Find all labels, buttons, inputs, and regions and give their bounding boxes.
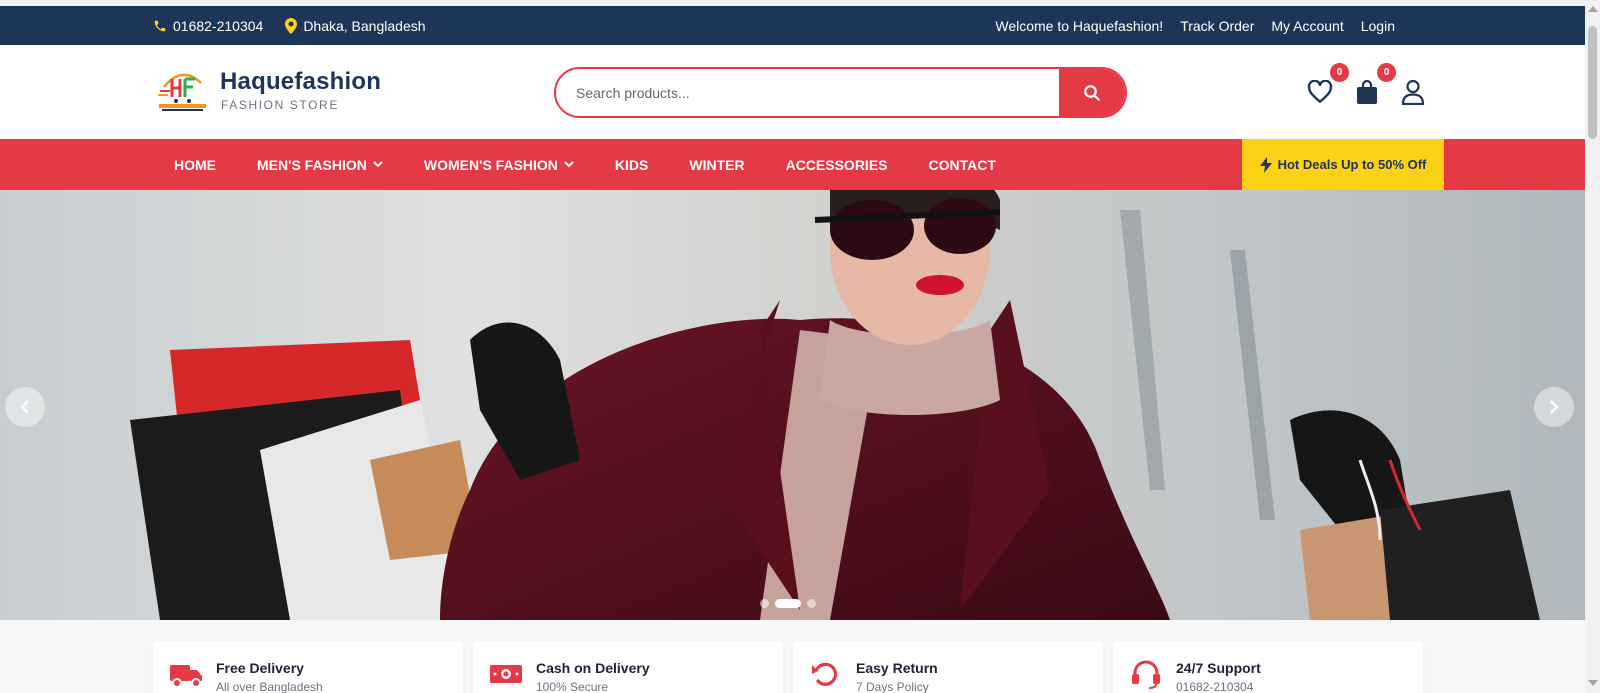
- feature-easy-return: Easy Return 7 Days Policy: [793, 641, 1103, 693]
- nav-item-winter[interactable]: WINTER: [689, 157, 744, 173]
- feature-title: Cash on Delivery: [536, 660, 650, 676]
- main-nav: HOME MEN'S FASHION WOMEN'S FASHION KIDS …: [0, 139, 1585, 190]
- nav-item-accessories[interactable]: ACCESSORIES: [786, 157, 888, 173]
- feature-support: 24/7 Support 01682-210304: [1113, 641, 1423, 693]
- my-account-link[interactable]: My Account: [1271, 18, 1343, 34]
- hero-image: [130, 190, 1540, 620]
- nav-item-label: HOME: [174, 156, 216, 173]
- heart-icon: [1307, 80, 1333, 103]
- nav-item-womens-fashion[interactable]: WOMEN'S FASHION: [424, 157, 574, 173]
- hot-deals-label: Hot Deals Up to 50% Off: [1277, 157, 1427, 172]
- search-icon: [1084, 84, 1100, 101]
- slider-dot-3[interactable]: [807, 599, 816, 608]
- cart-count-badge: 0: [1377, 63, 1396, 82]
- feature-subtitle: 7 Days Policy: [856, 680, 929, 693]
- welcome-text: Welcome to Haquefashion!: [995, 17, 1164, 34]
- nav-item-label: ACCESSORIES: [785, 156, 888, 173]
- feature-subtitle: All over Bangladesh: [216, 680, 323, 693]
- hot-deals-button[interactable]: Hot Deals Up to 50% Off: [1242, 139, 1444, 190]
- feature-title: Free Delivery: [216, 660, 304, 676]
- nav-item-label: CONTACT: [928, 156, 996, 173]
- headset-icon: [1132, 660, 1160, 689]
- undo-icon: [812, 662, 838, 686]
- nav-item-home[interactable]: HOME: [174, 157, 216, 173]
- phone-icon: [154, 20, 166, 31]
- user-icon: [1401, 79, 1425, 105]
- scroll-down-arrow[interactable]: [1588, 680, 1598, 686]
- feature-free-delivery: Free Delivery All over Bangladesh: [153, 641, 463, 693]
- cart-button[interactable]: 0: [1351, 63, 1396, 107]
- location-info: Dhaka, Bangladesh: [285, 17, 426, 34]
- page-scrollbar[interactable]: [1585, 0, 1600, 693]
- hero-slider[interactable]: [0, 190, 1585, 620]
- slider-dot-2[interactable]: [775, 599, 801, 608]
- nav-item-contact[interactable]: CONTACT: [929, 157, 996, 173]
- track-order-link[interactable]: Track Order: [1180, 18, 1254, 34]
- account-button[interactable]: [1397, 77, 1429, 107]
- map-marker-icon: [285, 17, 298, 34]
- brand-tagline: FASHION STORE: [221, 98, 339, 112]
- search-input[interactable]: [576, 69, 1046, 116]
- brand-name[interactable]: Haquefashion: [220, 68, 381, 96]
- feature-title: 24/7 Support: [1176, 660, 1261, 676]
- feature-title: Easy Return: [856, 660, 938, 676]
- feature-cash-on-delivery: Cash on Delivery 100% Secure: [473, 641, 783, 693]
- wishlist-button[interactable]: 0: [1304, 63, 1349, 107]
- slider-next-button[interactable]: [1534, 387, 1574, 427]
- search-button[interactable]: [1059, 69, 1125, 116]
- bolt-icon: [1259, 156, 1272, 173]
- nav-item-mens-fashion[interactable]: MEN'S FASHION: [257, 157, 383, 173]
- location-text: Dhaka, Bangladesh: [303, 17, 426, 34]
- phone-number: 01682-210304: [173, 17, 264, 34]
- wishlist-count-badge: 0: [1330, 63, 1349, 82]
- nav-item-label: KIDS: [614, 156, 649, 173]
- page: 01682-210304 Dhaka, Bangladesh Welcome t…: [0, 0, 1600, 693]
- top-bar: 01682-210304 Dhaka, Bangladesh Welcome t…: [0, 6, 1585, 45]
- chevron-down-icon: [564, 161, 574, 168]
- nav-item-label: WOMEN'S FASHION: [423, 156, 558, 173]
- brand-logo[interactable]: [156, 67, 209, 113]
- nav-item-kids[interactable]: KIDS: [615, 157, 648, 173]
- feature-subtitle: 01682-210304: [1176, 680, 1254, 693]
- search-bar: [554, 67, 1127, 118]
- feature-subtitle: 100% Secure: [536, 680, 609, 693]
- phone-contact[interactable]: 01682-210304: [153, 18, 263, 34]
- chevron-left-icon: [20, 400, 29, 414]
- scroll-up-arrow[interactable]: [1588, 6, 1598, 12]
- money-icon: [490, 665, 522, 683]
- slider-dots: [760, 599, 816, 608]
- shopping-bag-icon: [1357, 79, 1377, 104]
- truck-icon: [170, 665, 202, 688]
- slider-prev-button[interactable]: [5, 387, 45, 427]
- login-link[interactable]: Login: [1361, 18, 1395, 34]
- chevron-right-icon: [1550, 400, 1559, 414]
- header: Haquefashion FASHION STORE 0 0: [0, 45, 1585, 139]
- nav-item-label: MEN'S FASHION: [257, 156, 367, 173]
- chevron-down-icon: [373, 161, 383, 168]
- nav-item-label: WINTER: [689, 156, 745, 173]
- scroll-thumb[interactable]: [1588, 26, 1597, 139]
- feature-strip: Free Delivery All over Bangladesh Cash o…: [153, 641, 1425, 693]
- slider-dot-1[interactable]: [760, 599, 769, 608]
